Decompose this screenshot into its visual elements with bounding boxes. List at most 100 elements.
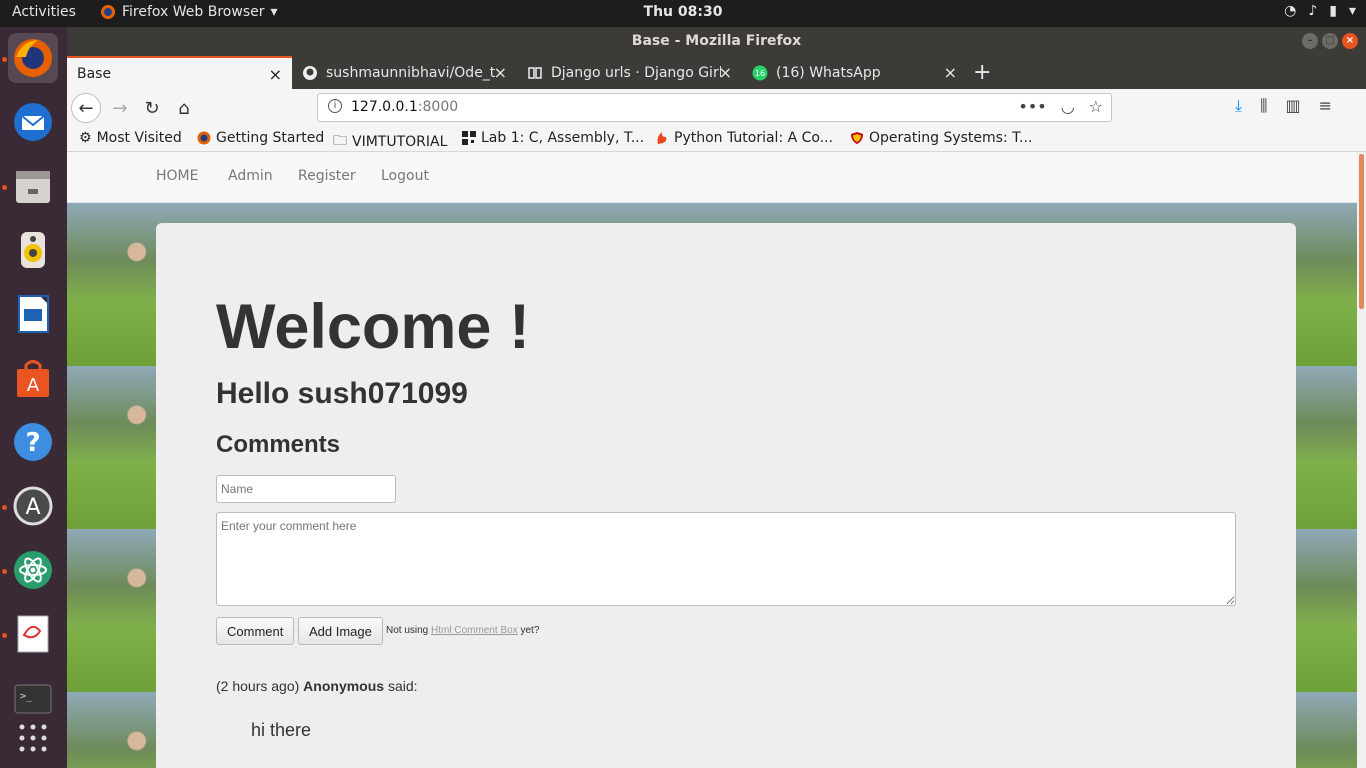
comment-button[interactable]: Comment — [216, 617, 295, 645]
minimize-icon[interactable]: – — [1302, 33, 1318, 49]
activities-button[interactable]: Activities — [12, 4, 76, 20]
grid-icon — [19, 724, 47, 752]
scrollbar-thumb[interactable] — [1359, 154, 1364, 309]
dock-files[interactable] — [8, 161, 58, 211]
site-navbar: HOME Admin Register Logout — [67, 152, 1357, 203]
new-tab-icon[interactable]: + — [973, 60, 991, 85]
system-tray[interactable]: ◔ ♪ ▮ ▾ — [1284, 3, 1356, 19]
comment-textarea[interactable] — [216, 512, 1236, 606]
page-viewport: HOME Admin Register Logout Welcome ! Hel… — [67, 152, 1357, 768]
whatsapp-icon: 16 — [752, 65, 768, 80]
tab-label: Base — [77, 65, 112, 82]
bookmark-label: Python Tutorial: A Co... — [674, 130, 834, 146]
firefox-icon — [14, 39, 52, 77]
chevron-down-icon[interactable]: ▾ — [1349, 3, 1356, 19]
close-icon[interactable]: × — [944, 63, 957, 82]
tab-label: Django urls · Django Girls — [551, 64, 721, 81]
close-icon[interactable]: × — [269, 65, 282, 84]
library-icon[interactable]: ⫼ — [1260, 96, 1267, 116]
bookmark-star-icon[interactable]: ☆ — [1089, 97, 1103, 116]
add-image-button[interactable]: Add Image — [298, 617, 383, 645]
forward-icon[interactable]: → — [105, 93, 135, 123]
bookmark-label: Operating Systems: T... — [869, 130, 1033, 146]
svg-text:?: ? — [25, 428, 40, 458]
close-icon[interactable]: × — [719, 63, 732, 82]
window-title: Base - Mozilla Firefox — [631, 33, 802, 49]
speaker-icon — [21, 232, 45, 268]
tab-base[interactable]: Base × — [67, 56, 292, 89]
close-icon[interactable]: × — [1342, 33, 1358, 49]
dock-updater[interactable]: A — [8, 481, 58, 531]
clock[interactable]: Thu 08:30 — [644, 4, 723, 20]
nav-logout-link[interactable]: Logout — [381, 168, 429, 184]
bookmark-operating-systems[interactable]: Operating Systems: T... — [850, 130, 1032, 146]
url-bar[interactable]: i 127.0.0.1:8000 ••• ◡ ☆ — [317, 93, 1112, 122]
download-icon[interactable]: ⤓ — [1235, 96, 1242, 116]
shield-icon — [851, 132, 863, 144]
firefox-icon — [197, 131, 211, 145]
content-card: Welcome ! Hello sush071099 Comments Comm… — [156, 223, 1296, 768]
nav-admin-link[interactable]: Admin — [228, 168, 273, 184]
tab-django[interactable]: Django urls · Django Girls × — [517, 56, 742, 89]
dock-software[interactable]: A — [8, 353, 58, 403]
bookmark-label: VIMTUTORIAL — [352, 134, 448, 150]
bookmark-label: Most Visited — [96, 130, 182, 146]
dock-show-apps[interactable] — [8, 713, 58, 763]
dock-writer[interactable] — [8, 289, 58, 339]
thunderbird-icon — [14, 103, 52, 141]
writer-icon — [18, 295, 49, 333]
comment-text: hi there — [251, 720, 312, 740]
files-icon — [16, 171, 50, 203]
bookmark-label: Getting Started — [216, 130, 325, 146]
software-updater-icon: A — [13, 486, 53, 526]
sidebar-icon[interactable]: ▥ — [1285, 96, 1300, 116]
html-comment-box-link[interactable]: Html Comment Box — [431, 625, 518, 636]
dock-thunderbird[interactable] — [8, 97, 58, 147]
window-titlebar[interactable]: Base - Mozilla Firefox – □ × — [67, 27, 1366, 56]
bookmark-lab1[interactable]: Lab 1: C, Assembly, T... — [462, 130, 644, 146]
url-text[interactable]: 127.0.0.1:8000 — [351, 99, 458, 115]
dock-help[interactable]: ? — [8, 417, 58, 467]
firefox-icon — [101, 5, 115, 19]
svg-text:16: 16 — [755, 69, 765, 78]
comment-said: said: — [387, 678, 418, 694]
back-icon[interactable]: ← — [71, 93, 101, 123]
more-actions-icon[interactable]: ••• — [1018, 97, 1046, 116]
dock-evince[interactable] — [8, 609, 58, 659]
close-icon[interactable]: × — [494, 63, 507, 82]
bookmark-most-visited[interactable]: ⚙ Most Visited — [79, 130, 182, 146]
dock-firefox[interactable] — [8, 33, 58, 83]
tab-label: sushmaunnibhavi/Ode_t — [326, 64, 496, 81]
reload-icon[interactable]: ↻ — [137, 93, 167, 123]
bookmark-vimtutorial[interactable]: 🗀 VIMTUTORIAL — [333, 130, 447, 154]
home-icon[interactable]: ⌂ — [169, 93, 199, 123]
book-icon — [528, 66, 542, 79]
battery-icon[interactable]: ▮ — [1329, 3, 1337, 19]
bookmark-python-tutorial[interactable]: Python Tutorial: A Co... — [655, 130, 833, 146]
dock-atom[interactable] — [8, 545, 58, 595]
dock: A ? A >_ — [0, 27, 67, 768]
name-field[interactable] — [216, 475, 396, 503]
svg-text:A: A — [25, 495, 40, 520]
volume-icon[interactable]: ♪ — [1308, 3, 1317, 19]
system-top-bar: Activities Firefox Web Browser ▾ Thu 08:… — [0, 0, 1366, 27]
page-title: Welcome ! — [216, 292, 530, 362]
nav-home-link[interactable]: HOME — [156, 168, 198, 184]
document-viewer-icon — [17, 615, 49, 653]
nav-register-link[interactable]: Register — [298, 168, 356, 184]
wifi-icon[interactable]: ◔ — [1284, 3, 1296, 19]
bookmark-label: Lab 1: C, Assembly, T... — [481, 130, 645, 146]
menu-icon[interactable]: ≡ — [1319, 96, 1332, 116]
atom-icon — [14, 551, 52, 589]
maximize-icon[interactable]: □ — [1322, 33, 1338, 49]
scrollbar[interactable] — [1357, 152, 1366, 768]
info-icon[interactable]: i — [328, 99, 342, 113]
navigation-toolbar: ← → ↻ ⌂ i 127.0.0.1:8000 ••• ◡ ☆ ⤓ ⫼ ▥ ≡ — [67, 89, 1366, 127]
tab-whatsapp[interactable]: 16 (16) WhatsApp × — [742, 56, 967, 89]
bookmark-getting-started[interactable]: Getting Started — [197, 130, 324, 146]
pocket-icon[interactable]: ◡ — [1061, 97, 1075, 116]
tab-github[interactable]: sushmaunnibhavi/Ode_t × — [292, 56, 517, 89]
help-icon: ? — [14, 423, 52, 461]
app-menu[interactable]: Firefox Web Browser ▾ — [100, 4, 278, 20]
dock-rhythmbox[interactable] — [8, 225, 58, 275]
